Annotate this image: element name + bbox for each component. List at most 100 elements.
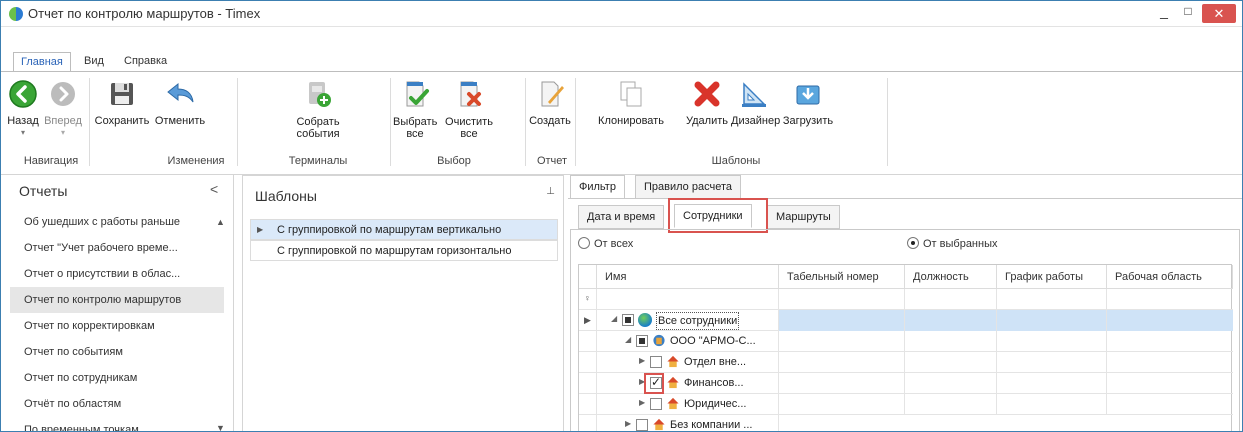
back-button[interactable]: Назад ▾ [5,78,41,138]
template-name: С группировкой по маршрутам горизонтальн… [277,245,512,257]
reports-title: Отчеты [19,183,68,199]
undo-button[interactable]: Отменить [151,78,209,127]
designer-icon [742,82,766,107]
tab-view[interactable]: Вид [77,52,111,72]
select-all-label: Выбрать все [393,116,438,140]
load-label: Загрузить [782,115,834,127]
group-navigation-label: Навигация [23,155,79,167]
radio-all-label: От всех [594,238,634,250]
close-button[interactable]: ✕ [1202,4,1236,23]
tree-row[interactable]: ▶ ◢ Все сотрудники [579,310,1233,331]
delete-icon [694,81,720,107]
forward-arrow-icon [51,82,75,106]
templates-title: Шаблоны [255,188,317,204]
tab-date-time[interactable]: Дата и время [578,205,665,229]
reports-panel: Отчеты < Об ушедших с работы раньше Отче… [10,175,234,431]
back-label: Назад [7,115,39,127]
group-templates-label: Шаблоны [711,155,761,167]
tab-home[interactable]: Главная [13,52,71,72]
column-header-number[interactable]: Табельный номер [779,265,905,289]
report-item[interactable]: По временным точкам [10,417,224,431]
tree-row[interactable]: ▶ Юридичес... [579,394,1233,415]
load-button[interactable]: Загрузить [781,78,835,127]
back-arrow-icon [9,80,37,108]
forward-button[interactable]: Вперед ▾ [43,78,83,138]
report-item[interactable]: Отчет "Учет рабочего време... [10,235,224,261]
create-button[interactable]: Создать [528,78,572,127]
app-logo-icon [9,7,23,21]
radio-circle-checked [907,237,919,249]
column-header-position[interactable]: Должность [905,265,997,289]
load-icon [796,85,820,105]
minimize-button[interactable]: _ [1154,3,1174,25]
column-header-area[interactable]: Рабочая область [1107,265,1233,289]
tab-routes[interactable]: Маршруты [767,205,840,229]
templates-panel: Шаблоны ⊥ ▶ С группировкой по маршрутам … [242,175,564,431]
clone-label: Клонировать [598,115,664,127]
report-item[interactable]: Отчёт по областям [10,391,224,417]
create-icon [541,81,564,107]
clone-icon [620,81,642,107]
ribbon-toolbar: Назад ▾ Вперед ▾ Сохранить Отменить Собр… [1,71,1242,175]
checkbox-highlight-box [644,373,664,394]
collect-events-button[interactable]: Собрать события [287,78,349,140]
tab-calc-rule[interactable]: Правило расчета [635,175,741,199]
employees-grid: Имя Табельный номер Должность График раб… [578,264,1233,431]
save-icon [111,83,133,105]
filter-row[interactable]: ♀ [579,289,1233,310]
pin-icon[interactable]: ⊥ [546,186,555,197]
template-row[interactable]: ▶ С группировкой по маршрутам вертикальн… [250,219,558,240]
create-label: Создать [529,115,571,127]
designer-button[interactable]: Дизайнер [731,78,781,127]
column-header-schedule[interactable]: График работы [997,265,1107,289]
tree-row[interactable]: ◢ ООО "АРМО-С... [579,331,1233,352]
title-bar: Отчет по контролю маршрутов - Timex _ □ … [1,1,1242,27]
save-button[interactable]: Сохранить [93,78,151,127]
radio-selected-label: От выбранных [923,238,998,250]
report-item[interactable]: Отчет о присутствии в облас... [10,261,224,287]
ribbon-separator [887,78,888,166]
scroll-down-arrow[interactable]: ▼ [216,423,225,431]
template-name: С группировкой по маршрутам вертикально [277,224,502,236]
clear-all-button[interactable]: Очистить все [445,78,493,140]
tab-filter[interactable]: Фильтр [570,175,625,199]
clear-all-label: Очистить все [445,116,493,140]
report-item[interactable]: Отчет по корректировкам [10,313,224,339]
group-changes-label: Изменения [167,155,225,167]
collapse-panel-button[interactable]: < [210,181,218,197]
select-all-button[interactable]: Выбрать все [393,78,437,140]
ribbon-separator [525,78,526,166]
ribbon-separator [575,78,576,166]
report-item-selected[interactable]: Отчет по контролю маршрутов [10,287,224,313]
maximize-button[interactable]: □ [1178,4,1198,26]
tab-help[interactable]: Справка [117,52,174,72]
tree-row[interactable]: ▶ Финансов... [579,373,1233,394]
report-item[interactable]: Об ушедших с работы раньше [10,209,224,235]
scroll-up-arrow[interactable]: ▲ [216,217,225,227]
highlight-box [668,198,768,233]
template-row[interactable]: С группировкой по маршрутам горизонтальн… [250,240,558,261]
ribbon-separator [237,78,238,166]
grid-corner [579,265,597,289]
column-header-name[interactable]: Имя [597,265,779,289]
group-report-label: Отчет [536,155,568,167]
undo-icon [167,82,194,103]
delete-label: Удалить [686,115,728,127]
delete-button[interactable]: Удалить [685,78,729,127]
group-terminals-label: Терминалы [288,155,348,167]
collect-events-icon [309,82,331,107]
clone-button[interactable]: Клонировать [597,78,665,127]
radio-all[interactable]: От всех [578,237,633,250]
tree-row[interactable]: ▶ Без компании ... [579,415,1233,431]
report-item[interactable]: Отчет по сотрудникам [10,365,224,391]
row-indicator-icon: ▶ [257,225,264,234]
forward-label: Вперед [44,115,82,127]
report-item[interactable]: Отчет по событиям [10,339,224,365]
undo-label: Отменить [154,115,206,127]
designer-label: Дизайнер [731,115,781,127]
radio-selected[interactable]: От выбранных [907,237,998,250]
ribbon-separator [89,78,90,166]
tree-row[interactable]: ▶ Отдел вне... [579,352,1233,373]
select-all-icon [406,81,429,107]
clear-all-icon [460,81,481,107]
